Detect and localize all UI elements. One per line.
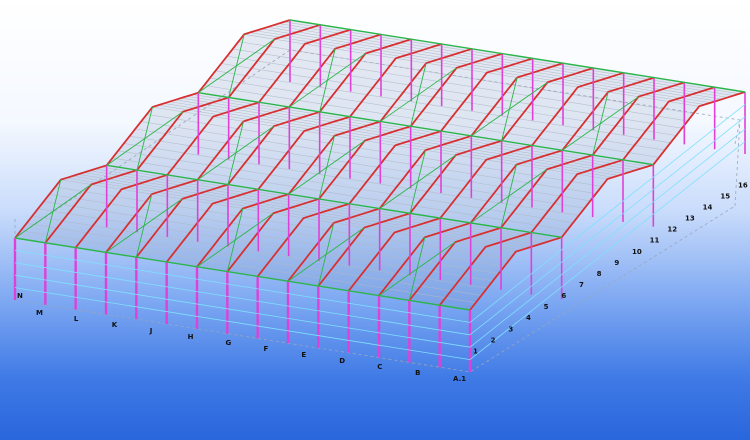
grid-label-side: 7 — [579, 281, 584, 289]
grid-label-side: 4 — [526, 314, 531, 322]
grid-label-side: 16 — [738, 181, 748, 189]
grid-label-front: F — [263, 345, 268, 353]
grid-label-side: 10 — [632, 248, 642, 256]
grid-label-side: 8 — [597, 270, 602, 278]
grid-label-side: 15 — [720, 192, 730, 200]
grid-label-side: 5 — [544, 303, 549, 311]
grid-label-side: 6 — [561, 292, 566, 300]
grid-label-front: M — [36, 309, 43, 317]
bbox-right-edge — [734, 119, 741, 207]
grid-label-front: A.1 — [453, 375, 466, 383]
grid-label-front: G — [226, 339, 232, 347]
grid-label-side: 13 — [685, 215, 695, 223]
grid-label-side: 3 — [508, 325, 513, 333]
grid-label-side: 1 — [473, 347, 478, 355]
grid-label-side: 9 — [614, 259, 619, 267]
grid-label-front: L — [74, 315, 79, 323]
grid-label-front: H — [188, 333, 194, 341]
grid-label-front: E — [301, 351, 306, 359]
grid-label-side: 2 — [491, 336, 496, 344]
grid-label-front: K — [112, 321, 118, 329]
grid-label-side: 14 — [703, 204, 713, 212]
grid-label-front: D — [339, 357, 345, 365]
model-viewport[interactable]: M L K J H G F E D C B A.1 1 2 3 4 5 6 7 8 9 10 11 12 13 14 15 16 N — [0, 0, 750, 440]
grid-label-side: 12 — [667, 226, 677, 234]
grid-label-front: B — [415, 369, 420, 377]
grid-label-side: 11 — [650, 237, 660, 245]
grid-label-corner: N — [17, 292, 23, 300]
grid-label-front: C — [377, 363, 382, 371]
grid-label-front: J — [149, 327, 153, 335]
steel-structure-3d-model: MLKJHGFEDCBA.112345678910111213141516N — [13, 19, 748, 383]
